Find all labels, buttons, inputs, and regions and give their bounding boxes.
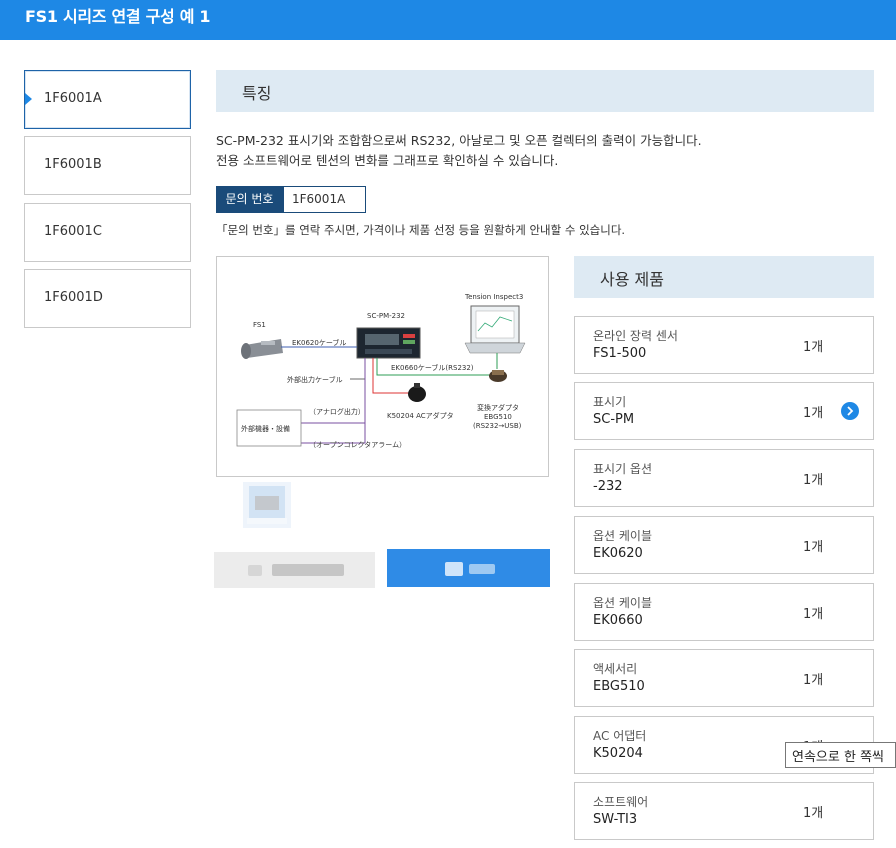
tab-marker-icon: [25, 93, 32, 105]
inquiry-number: 문의 번호 1F6001A: [216, 186, 366, 213]
tab-label: 1F6001D: [44, 290, 103, 305]
connection-diagram: FS1 SC-PM-232 EK0620ケーブル Tension Inspect…: [216, 256, 549, 477]
product-quantity: 1개: [803, 473, 824, 488]
page-title: FS1 시리즈 연결 구성 예 1: [25, 7, 211, 26]
product-category: 온라인 장력 센서: [593, 329, 678, 343]
thumbnail-image[interactable]: [243, 482, 291, 528]
analog-output-label: （アナログ出力）: [309, 407, 365, 416]
open-collector-label: （オープンコレクタアラーム）: [309, 440, 406, 449]
product-name: FS1-500: [593, 346, 647, 361]
tab-1f6001a[interactable]: 1F6001A: [24, 70, 191, 129]
external-device-label: 外部機器・設備: [241, 424, 290, 433]
tab-label: 1F6001C: [44, 224, 102, 239]
product-card: 표시기 SC-PM 1개: [574, 382, 874, 440]
inquiry-value: 1F6001A: [283, 186, 366, 213]
product-category: 표시기 옵션: [593, 462, 653, 476]
fs1-sensor-image: [241, 339, 283, 359]
converter-label-2: EBG510: [484, 413, 512, 421]
product-name: EK0660: [593, 613, 643, 628]
product-category: AC 어댑터: [593, 729, 647, 743]
product-quantity: 1개: [803, 673, 824, 688]
chevron-right-icon[interactable]: [841, 402, 859, 420]
converter-label-3: (RS232→USB): [473, 422, 522, 430]
primary-action-button[interactable]: [387, 549, 550, 587]
tab-1f6001b[interactable]: 1F6001B: [24, 136, 191, 195]
blurred-text: [469, 564, 495, 574]
ac-adapter-image: [408, 383, 426, 402]
product-name: EK0620: [593, 546, 643, 561]
page-header: FS1 시리즈 연결 구성 예 1: [0, 0, 896, 40]
connection-diagram-figure: FS1 SC-PM-232 EK0620ケーブル Tension Inspect…: [236, 293, 526, 449]
product-card: 옵션 케이블 EK0620 1개: [574, 516, 874, 574]
product-quantity: 1개: [803, 406, 824, 421]
product-quantity: 1개: [803, 806, 824, 821]
product-card: 액세서리 EBG510 1개: [574, 649, 874, 707]
product-quantity: 1개: [803, 607, 824, 622]
download-icon: [248, 565, 262, 576]
product-card: 소프트웨어 SW-TI3 1개: [574, 782, 874, 840]
product-card: 옵션 케이블 EK0660 1개: [574, 583, 874, 641]
features-heading-bar: 특징: [216, 70, 874, 112]
external-cable-label: 外部出力ケーブル: [287, 375, 343, 384]
thumbnail-figure: [243, 482, 291, 528]
inquiry-label: 문의 번호: [216, 186, 283, 213]
product-name: EBG510: [593, 679, 645, 694]
product-category: 소프트웨어: [593, 795, 649, 809]
usb-adapter-image: [489, 370, 507, 382]
product-name: SW-TI3: [593, 812, 638, 827]
action-icon: [445, 562, 463, 576]
product-card: 온라인 장력 센서 FS1-500 1개: [574, 316, 874, 374]
features-description: SC-PM-232 표시기와 조합함으로써 RS232, 아날로그 및 오픈 컬…: [216, 131, 702, 171]
download-button[interactable]: [214, 552, 375, 588]
tab-1f6001c[interactable]: 1F6001C: [24, 203, 191, 262]
product-name: K50204: [593, 746, 643, 761]
tab-label: 1F6001B: [44, 157, 102, 172]
converter-label-1: 変換アダプタ: [477, 403, 519, 412]
product-card: 표시기 옵션 -232 1개: [574, 449, 874, 507]
product-category: 액세서리: [593, 662, 638, 676]
product-category: 옵션 케이블: [593, 529, 653, 543]
indicator-label: SC-PM-232: [367, 312, 405, 320]
blurred-text: [272, 564, 344, 576]
product-name: -232: [593, 479, 623, 494]
ac-adapter-label: K50204 ACアダプタ: [387, 411, 454, 420]
description-line: SC-PM-232 표시기와 조합함으로써 RS232, 아날로그 및 오픈 컬…: [216, 133, 702, 148]
tab-label: 1F6001A: [44, 91, 102, 106]
product-quantity: 1개: [803, 540, 824, 555]
products-heading-bar: 사용 제품: [574, 256, 874, 298]
indicator-image: [356, 327, 421, 359]
inquiry-note: 「문의 번호」를 연락 주시면, 가격이나 제품 선정 등을 원활하게 안내할 …: [216, 223, 626, 237]
tab-1f6001d[interactable]: 1F6001D: [24, 269, 191, 328]
fs1-label: FS1: [253, 321, 266, 329]
tension-inspect-label: Tension Inspect3: [464, 293, 523, 301]
tooltip: 연속으로 한 쪽씩: [785, 742, 896, 768]
description-line: 전용 소프트웨어로 텐션의 변화를 그래프로 확인하실 수 있습니다.: [216, 153, 559, 168]
product-category: 옵션 케이블: [593, 596, 653, 610]
product-quantity: 1개: [803, 340, 824, 355]
products-heading: 사용 제품: [600, 270, 664, 289]
product-category: 표시기: [593, 395, 627, 409]
features-heading: 특징: [242, 84, 272, 103]
ek0660-label: EK0660ケーブル(RS232): [391, 363, 474, 372]
ek0620-label: EK0620ケーブル: [292, 338, 346, 347]
laptop-image: [464, 305, 526, 354]
product-name: SC-PM: [593, 412, 635, 427]
